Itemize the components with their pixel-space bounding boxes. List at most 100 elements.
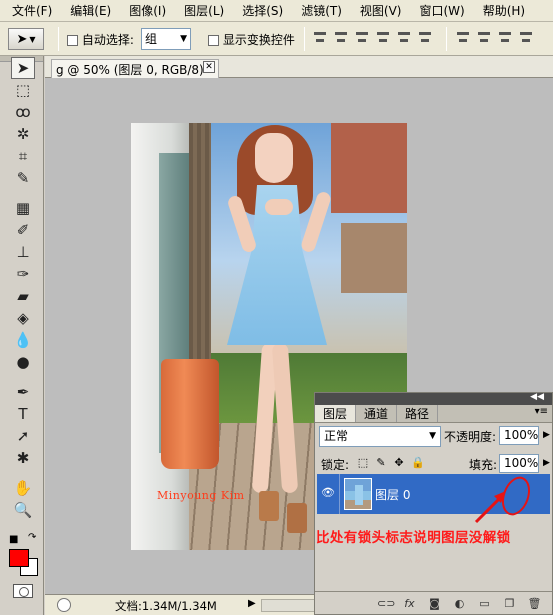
photo-building: [341, 223, 407, 293]
align-vcenter-icon[interactable]: [334, 30, 348, 46]
photo-building: [331, 123, 407, 213]
auto-select-checkbox[interactable]: [67, 35, 78, 46]
fill-input[interactable]: 100%: [499, 454, 539, 473]
lock-position-icon[interactable]: ✥: [393, 457, 405, 469]
auto-select-label: 自动选择:: [81, 33, 134, 47]
menu-view[interactable]: 视图(V): [348, 0, 408, 22]
close-icon[interactable]: ✕: [203, 61, 215, 73]
divider: [58, 27, 59, 51]
menu-help[interactable]: 帮助(H): [471, 0, 531, 22]
annotation-arrow-icon: [474, 491, 506, 524]
auto-select-option[interactable]: 自动选择:: [67, 31, 134, 48]
healing-brush-tool-icon[interactable]: ▦: [11, 197, 35, 219]
status-menu-arrow-icon[interactable]: ▶: [248, 598, 256, 609]
history-brush-tool-icon[interactable]: ✑: [11, 263, 35, 285]
quick-mask-icon[interactable]: [13, 584, 33, 598]
path-selection-tool-icon[interactable]: ➚: [11, 425, 35, 447]
new-layer-icon[interactable]: ❐: [502, 597, 517, 611]
shape-tool-icon[interactable]: ✱: [11, 447, 35, 469]
photo-hands: [265, 199, 293, 215]
add-mask-icon[interactable]: ◙: [427, 597, 442, 611]
photo-shoe: [259, 491, 279, 521]
foreground-color-swatch[interactable]: [9, 549, 29, 567]
annotation-text: 比处有锁头标志说明图层没解锁: [316, 530, 511, 546]
panel-footer: ⊂⊃ fx ◙ ◐ ▭ ❐ 🗑: [315, 591, 552, 615]
align-hcenter-icon[interactable]: [397, 30, 411, 46]
type-tool-icon[interactable]: T: [11, 403, 35, 425]
distribute-bottom-icon[interactable]: [498, 30, 512, 46]
layer-style-icon[interactable]: fx: [402, 597, 417, 611]
tab-paths[interactable]: 路径: [397, 405, 439, 422]
blend-mode-dropdown[interactable]: 正常 ▼: [319, 426, 441, 447]
document-tab-title[interactable]: g @ 50% (图层 0, RGB/8) *: [51, 59, 219, 79]
collapse-panel-icon[interactable]: ◀◀: [530, 392, 544, 402]
paint-bucket-tool-icon[interactable]: ◈: [11, 307, 35, 329]
chevron-down-icon: ▼: [180, 34, 187, 44]
zoom-level-icon[interactable]: [57, 598, 71, 612]
align-right-icon[interactable]: [418, 30, 432, 46]
distribute-vcenter-icon[interactable]: [477, 30, 491, 46]
swap-colors-icon[interactable]: ↷: [28, 532, 36, 543]
clone-stamp-tool-icon[interactable]: ⊥: [11, 241, 35, 263]
default-colors-icon[interactable]: ■: [9, 534, 18, 545]
menu-edit[interactable]: 编辑(E): [58, 0, 117, 22]
photo-planter: [161, 359, 219, 469]
document-tab-bar: g @ 50% (图层 0, RGB/8) * ✕: [45, 56, 553, 79]
blur-tool-icon[interactable]: 💧: [11, 329, 35, 351]
lasso-tool-icon[interactable]: ꝏ: [11, 101, 35, 123]
show-transform-checkbox[interactable]: [208, 35, 219, 46]
marquee-tool-icon[interactable]: ⬚: [11, 79, 35, 101]
opacity-slider-arrow-icon[interactable]: ▶: [543, 426, 551, 445]
photo-face: [255, 133, 293, 183]
hand-tool-icon[interactable]: ✋: [11, 477, 35, 499]
lock-pixels-icon[interactable]: ✎: [375, 457, 387, 469]
pen-tool-icon[interactable]: ✒: [11, 381, 35, 403]
distribute-left-icon[interactable]: [519, 30, 533, 46]
panel-menu-icon[interactable]: ▾≡: [535, 406, 548, 417]
opacity-input[interactable]: 100%: [499, 426, 539, 445]
menu-bar: 文件(F) 编辑(E) 图像(I) 图层(L) 选择(S) 滤镜(T) 视图(V…: [0, 0, 553, 22]
link-layers-icon[interactable]: ⊂⊃: [377, 597, 395, 611]
layer-thumbnail[interactable]: [344, 478, 372, 510]
menu-file[interactable]: 文件(F): [0, 0, 58, 22]
lock-label: 锁定:: [321, 458, 350, 472]
tab-layers[interactable]: 图层: [315, 405, 357, 422]
eyedropper-tool-icon[interactable]: ✎: [11, 167, 35, 189]
align-top-icon[interactable]: [313, 30, 327, 46]
menu-select[interactable]: 选择(S): [230, 0, 289, 22]
tab-channels[interactable]: 通道: [356, 405, 398, 422]
align-left-icon[interactable]: [376, 30, 390, 46]
zoom-tool-icon[interactable]: 🔍: [11, 499, 35, 521]
lock-all-icon[interactable]: 🔒: [411, 457, 425, 469]
adjustment-layer-icon[interactable]: ◐: [452, 597, 467, 611]
tool-preset-picker[interactable]: ➤ ▼: [8, 28, 44, 50]
align-buttons: [313, 30, 432, 46]
fill-slider-arrow-icon[interactable]: ▶: [543, 454, 551, 473]
chevron-down-icon: ▼: [429, 431, 436, 441]
new-group-icon[interactable]: ▭: [477, 597, 492, 611]
eraser-tool-icon[interactable]: ▰: [11, 285, 35, 307]
fill-label: 填充:: [469, 458, 498, 472]
align-bottom-icon[interactable]: [355, 30, 369, 46]
menu-window[interactable]: 窗口(W): [407, 0, 470, 22]
distribute-top-icon[interactable]: [456, 30, 470, 46]
menu-layer[interactable]: 图层(L): [172, 0, 230, 22]
menu-filter[interactable]: 滤镜(T): [289, 0, 348, 22]
auto-select-dropdown[interactable]: 组 ▼: [141, 28, 191, 50]
panel-title-bar[interactable]: ◀◀: [315, 392, 552, 405]
divider: [304, 27, 305, 51]
distribute-buttons: [456, 30, 533, 46]
trash-icon[interactable]: 🗑: [527, 597, 542, 611]
chevron-down-icon: ▼: [29, 34, 36, 44]
eye-icon[interactable]: 👁: [321, 486, 335, 500]
move-tool-icon[interactable]: ➤: [11, 57, 35, 79]
menu-image[interactable]: 图像(I): [117, 0, 172, 22]
lock-transparent-icon[interactable]: ⬚: [357, 457, 369, 469]
layer-name[interactable]: 图层 0: [375, 486, 410, 503]
show-transform-label: 显示变换控件: [222, 33, 295, 47]
brush-tool-icon[interactable]: ✐: [11, 219, 35, 241]
show-transform-option[interactable]: 显示变换控件: [208, 31, 295, 48]
dodge-tool-icon[interactable]: ●: [11, 351, 35, 373]
crop-tool-icon[interactable]: ⌗: [11, 145, 35, 167]
magic-wand-tool-icon[interactable]: ✲: [11, 123, 35, 145]
